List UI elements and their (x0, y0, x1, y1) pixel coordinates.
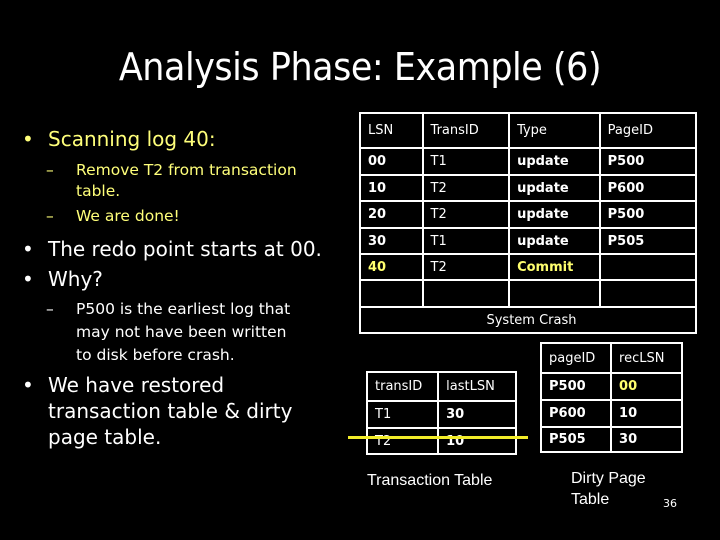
dirty-page-table: pageID recLSN P500 00 P600 10 P505 30 (539, 342, 683, 453)
system-crash-label: System Crash (359, 306, 697, 334)
header-lastlsn: lastLSN (437, 371, 517, 402)
bullet-dot-icon: • (22, 267, 34, 291)
table-row: T1 30 (365, 400, 517, 429)
slide-title: Analysis Phase: Example (6) (118, 45, 602, 89)
header-pageid: pageID (539, 342, 613, 374)
dash-icon: – (46, 300, 54, 318)
transaction-table-header: transID lastLSN (365, 371, 517, 402)
table-row: P505 30 (539, 426, 683, 453)
dash-icon: – (46, 161, 54, 179)
table-row: P600 10 (539, 399, 683, 428)
table-row: P500 00 (539, 372, 683, 401)
header-transid: TransID (421, 112, 511, 149)
bullet-dot-icon: • (22, 127, 34, 151)
dirty-page-table-caption-line1: Dirty Page (571, 470, 646, 487)
header-type: Type (508, 112, 601, 149)
bullet-dot-icon: • (22, 373, 34, 397)
header-reclsn: recLSN (610, 342, 683, 374)
table-row-empty (359, 279, 698, 308)
dirty-page-table-caption-line2: Table (571, 491, 610, 508)
table-row: 00 T1 update P500 (359, 147, 698, 176)
page-number: 36 (663, 497, 677, 510)
table-row: 10 T2 update P600 (359, 174, 698, 202)
table-row: 20 T2 update P500 (359, 200, 698, 229)
dash-icon: – (46, 207, 54, 225)
system-crash-row: System Crash (359, 306, 697, 334)
log-table-header: LSN TransID Type PageID (359, 112, 698, 149)
header-lsn: LSN (359, 112, 424, 149)
transaction-table-caption: Transaction Table (367, 472, 493, 489)
table-row-struck: T2 10 (365, 427, 517, 455)
header-pageid: PageID (598, 112, 698, 149)
header-transid: transID (365, 371, 440, 402)
transaction-table: transID lastLSN T1 30 T2 10 (365, 371, 517, 455)
log-table: LSN TransID Type PageID 00 T1 update P50… (359, 112, 698, 334)
dirty-page-table-header: pageID recLSN (539, 342, 683, 374)
table-row: 30 T1 update P505 (359, 227, 698, 255)
table-row-commit: 40 T2 Commit (359, 253, 698, 281)
bullet-dot-icon: • (22, 237, 34, 261)
strikethrough-line (348, 436, 528, 439)
